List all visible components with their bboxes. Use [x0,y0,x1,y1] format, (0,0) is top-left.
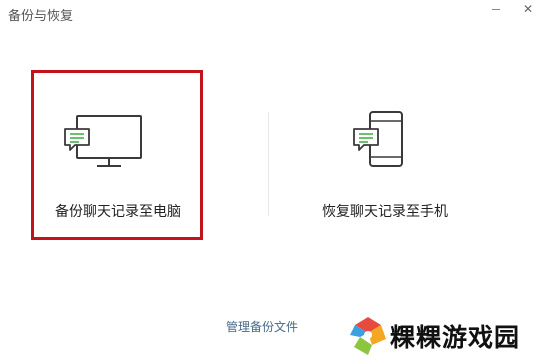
window-title: 备份与恢复 [8,9,74,24]
watermark-text: 粿粿游戏园 [390,323,521,352]
backup-to-pc-label: 备份聊天记录至电脑 [55,204,181,220]
restore-to-phone-label: 恢复聊天记录至手机 [322,204,448,220]
monitor-chat-icon [63,111,145,175]
backup-to-pc-option[interactable]: 备份聊天记录至电脑 [36,75,200,235]
option-divider [268,112,269,216]
watermark-logo [348,315,388,361]
watermark: 粿粿游戏园 [348,313,544,359]
phone-chat-icon [350,109,410,175]
close-icon: ✕ [522,2,534,16]
manage-backup-files-link[interactable]: 管理备份文件 [226,318,298,335]
restore-to-phone-option[interactable]: 恢复聊天记录至手机 [290,75,480,235]
close-button[interactable]: ✕ [518,2,538,16]
minimize-button[interactable] [486,2,506,16]
minimize-icon [492,9,500,10]
